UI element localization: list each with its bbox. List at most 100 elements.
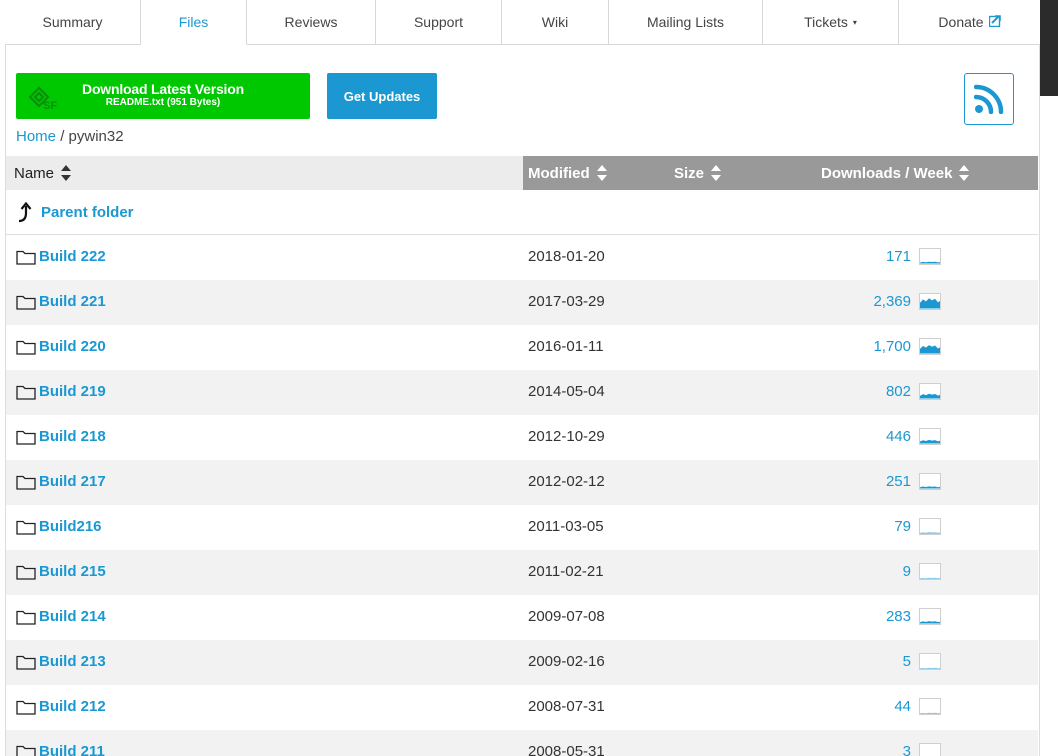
- folder-icon: [16, 295, 36, 310]
- modified-date: 2012-10-29: [528, 428, 605, 445]
- sort-icon: [61, 165, 72, 181]
- folder-icon: [16, 520, 36, 535]
- table-row[interactable]: Build 221 2017-03-29 2,369: [6, 280, 1038, 325]
- folder-icon: [16, 250, 36, 265]
- downloads-sparkline-icon[interactable]: [919, 653, 941, 670]
- downloads-sparkline-icon[interactable]: [919, 698, 941, 715]
- files-table-body: Build 222 2018-01-20 171 Build 221 2017-03-2…: [6, 235, 1038, 756]
- downloads-sparkline-icon[interactable]: [919, 383, 941, 400]
- modified-date: 2008-07-31: [528, 698, 605, 715]
- tab-label: Mailing Lists: [646, 14, 725, 30]
- get-updates-button[interactable]: Get Updates: [327, 73, 437, 119]
- folder-icon: [16, 655, 36, 670]
- column-header-modified-label: Modified: [528, 164, 590, 182]
- folder-name-link[interactable]: Build 213: [39, 653, 106, 670]
- table-row[interactable]: Build 214 2009-07-08 283: [6, 595, 1038, 640]
- donate-icon: [988, 15, 1001, 27]
- modified-date: 2009-02-16: [528, 653, 605, 670]
- breadcrumb-separator: /: [60, 128, 65, 145]
- folder-name-link[interactable]: Build 219: [39, 383, 106, 400]
- folder-icon: [16, 385, 36, 400]
- tab-donate[interactable]: Donate: [899, 0, 1040, 44]
- table-row[interactable]: Build 217 2012-02-12 251: [6, 460, 1038, 505]
- downloads-count-link[interactable]: 171: [886, 248, 911, 265]
- folder-icon: [16, 745, 36, 756]
- column-header-modified[interactable]: Modified: [528, 156, 608, 190]
- downloads-count-link[interactable]: 2,369: [873, 293, 911, 310]
- modified-date: 2011-03-05: [528, 518, 604, 535]
- downloads-count-link[interactable]: 1,700: [873, 338, 911, 355]
- folder-name-link[interactable]: Build 211: [39, 743, 105, 756]
- folder-name-link[interactable]: Build 214: [39, 608, 106, 625]
- downloads-count-link[interactable]: 446: [886, 428, 911, 445]
- downloads-count-link[interactable]: 251: [886, 473, 911, 490]
- downloads-sparkline-icon[interactable]: [919, 248, 941, 265]
- downloads-sparkline-icon[interactable]: [919, 518, 941, 535]
- table-row[interactable]: Build 213 2009-02-16 5: [6, 640, 1038, 685]
- downloads-sparkline-icon[interactable]: [919, 293, 941, 310]
- rss-icon: [974, 84, 1004, 114]
- table-row[interactable]: Build 212 2008-07-31 44: [6, 685, 1038, 730]
- breadcrumb: Home / pywin32: [16, 128, 124, 145]
- breadcrumb-home-link[interactable]: Home: [16, 128, 56, 145]
- modified-date: 2012-02-12: [528, 473, 605, 490]
- modified-date: 2011-02-21: [528, 563, 604, 580]
- downloads-sparkline-icon[interactable]: [919, 608, 941, 625]
- folder-name-link[interactable]: Build 218: [39, 428, 106, 445]
- folder-icon: [16, 700, 36, 715]
- download-title: Download Latest Version: [82, 81, 244, 97]
- folder-name-link[interactable]: Build216: [39, 518, 102, 535]
- folder-name-link[interactable]: Build 215: [39, 563, 106, 580]
- column-header-downloads[interactable]: Downloads / Week: [821, 156, 970, 190]
- table-row[interactable]: Build 222 2018-01-20 171: [6, 235, 1038, 280]
- parent-folder-row[interactable]: Parent folder: [6, 190, 1038, 235]
- rss-feed-button[interactable]: [964, 73, 1014, 125]
- modified-date: 2018-01-20: [528, 248, 605, 265]
- sort-icon: [596, 165, 608, 181]
- parent-folder-link[interactable]: Parent folder: [41, 204, 134, 221]
- tab-tickets[interactable]: Tickets ▾: [763, 0, 899, 44]
- table-row[interactable]: Build 220 2016-01-11 1,700: [6, 325, 1038, 370]
- tab-files[interactable]: Files: [141, 0, 247, 45]
- folder-name-link[interactable]: Build 221: [39, 293, 106, 310]
- column-header-group: Modified Size Downloads / Week: [523, 156, 1038, 190]
- downloads-sparkline-icon[interactable]: [919, 473, 941, 490]
- download-subtitle: README.txt (951 Bytes): [105, 97, 221, 108]
- caret-down-icon: ▾: [852, 17, 857, 27]
- table-row[interactable]: Build 219 2014-05-04 802: [6, 370, 1038, 415]
- modified-date: 2014-05-04: [528, 383, 605, 400]
- tab-reviews[interactable]: Reviews: [247, 0, 376, 44]
- downloads-sparkline-icon[interactable]: [919, 428, 941, 445]
- downloads-count-link[interactable]: 44: [894, 698, 911, 715]
- tab-support[interactable]: Support: [376, 0, 502, 44]
- downloads-count-link[interactable]: 802: [886, 383, 911, 400]
- parent-folder-arrow-icon: [18, 201, 32, 223]
- downloads-count-link[interactable]: 79: [894, 518, 911, 535]
- tab-summary[interactable]: Summary: [5, 0, 141, 44]
- downloads-sparkline-icon[interactable]: [919, 338, 941, 355]
- folder-name-link[interactable]: Build 217: [39, 473, 106, 490]
- column-header-name[interactable]: Name: [6, 156, 523, 190]
- project-tabs: Summary Files Reviews Support Wiki Mailing Li…: [5, 0, 1040, 45]
- downloads-count-link[interactable]: 3: [903, 743, 911, 756]
- tab-label: Donate: [938, 14, 984, 30]
- folder-name-link[interactable]: Build 220: [39, 338, 106, 355]
- sort-icon: [959, 165, 970, 181]
- folder-name-link[interactable]: Build 212: [39, 698, 106, 715]
- downloads-sparkline-icon[interactable]: [919, 743, 941, 756]
- downloads-sparkline-icon[interactable]: [919, 563, 941, 580]
- column-header-size[interactable]: Size: [674, 156, 722, 190]
- folder-name-link[interactable]: Build 222: [39, 248, 106, 265]
- table-row[interactable]: Build 215 2011-02-21 9: [6, 550, 1038, 595]
- downloads-count-link[interactable]: 5: [903, 653, 911, 670]
- downloads-count-link[interactable]: 9: [903, 563, 911, 580]
- tab-wiki[interactable]: Wiki: [502, 0, 609, 44]
- table-row[interactable]: Build216 2011-03-05 79: [6, 505, 1038, 550]
- tab-label: Tickets: [804, 14, 848, 30]
- download-latest-button[interactable]: SF Download Latest Version README.txt (9…: [16, 73, 310, 119]
- content-right-border: [1039, 0, 1040, 756]
- downloads-count-link[interactable]: 283: [886, 608, 911, 625]
- tab-mailing-lists[interactable]: Mailing Lists: [609, 0, 763, 44]
- table-row[interactable]: Build 211 2008-05-31 3: [6, 730, 1038, 756]
- table-row[interactable]: Build 218 2012-10-29 446: [6, 415, 1038, 460]
